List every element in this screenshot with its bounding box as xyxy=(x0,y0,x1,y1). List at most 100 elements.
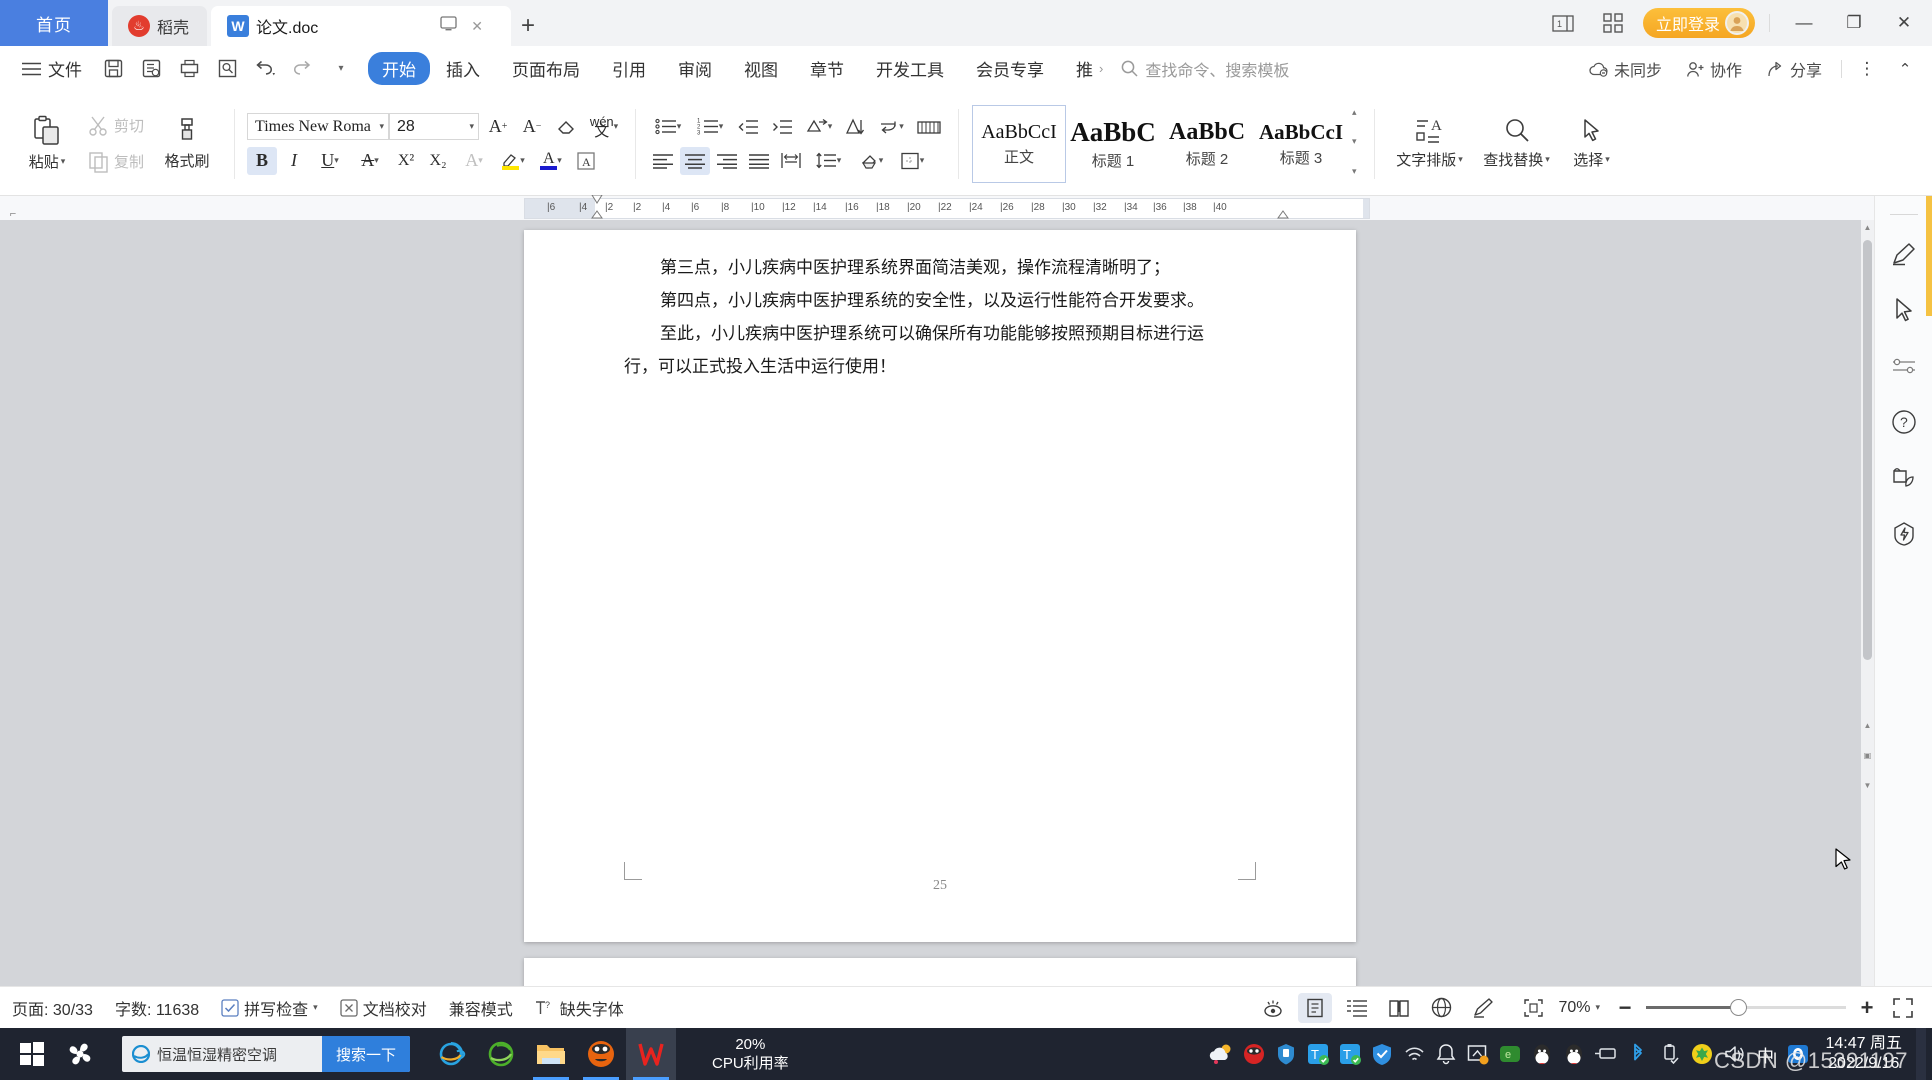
superscript-button[interactable]: X² xyxy=(391,147,421,175)
fullscreen-icon[interactable] xyxy=(1886,993,1920,1023)
scroll-page-down-icon[interactable]: ▼ xyxy=(1861,778,1874,792)
taskbar-app-mask-browser[interactable] xyxy=(576,1028,626,1080)
usb-device-icon[interactable] xyxy=(1592,1039,1620,1069)
distribute-icon[interactable] xyxy=(776,147,806,175)
strikethrough-button[interactable]: A ▾ xyxy=(351,147,389,175)
scroll-down-icon[interactable]: ▾ xyxy=(1352,136,1357,147)
ribbon-tab-view[interactable]: 视图 xyxy=(728,52,794,85)
align-center-icon[interactable] xyxy=(680,146,711,175)
document-page-26[interactable] xyxy=(524,958,1356,986)
login-button[interactable]: 立即登录 xyxy=(1642,8,1755,38)
bold-button[interactable]: B xyxy=(247,146,278,175)
share-button[interactable]: 分享 xyxy=(1757,57,1831,81)
tab-docer[interactable]: ♨ 稻壳 xyxy=(112,6,208,46)
text-effects-button[interactable]: A ▾ xyxy=(455,147,493,175)
style-heading-3[interactable]: AaBbCcI 标题 3 xyxy=(1254,105,1348,183)
windows-start-icon[interactable] xyxy=(8,1028,56,1080)
select-browse-object-icon[interactable]: ▣ xyxy=(1861,748,1874,762)
taskbar-search-input[interactable]: 恒温恒湿精密空调 xyxy=(122,1044,322,1065)
style-heading-2[interactable]: AaBbC 标题 2 xyxy=(1160,105,1254,183)
tab-document-lunwen[interactable]: W 论文.doc ✕ xyxy=(211,6,512,46)
qq-icon[interactable] xyxy=(1528,1039,1556,1069)
zoom-out-button[interactable]: − xyxy=(1614,993,1636,1023)
bluetooth-icon[interactable] xyxy=(1624,1039,1652,1069)
styles-gallery-scroll[interactable]: ▴ ▾ ▾ xyxy=(1348,105,1361,179)
zoom-knob[interactable] xyxy=(1730,999,1747,1016)
document-body[interactable]: 第三点，小儿疾病中医护理系统界面简洁美观，操作流程清晰明了； 第四点，小儿疾病中… xyxy=(624,252,1264,384)
zoom-level[interactable]: 70% ▾ xyxy=(1558,999,1600,1017)
collapse-ribbon-icon[interactable]: ⌃ xyxy=(1888,46,1922,92)
chevron-down-icon[interactable]: ▾ xyxy=(61,156,66,167)
markup-pen-icon[interactable] xyxy=(1466,993,1500,1023)
taskbar-app-green-browser[interactable] xyxy=(476,1028,526,1080)
single-page-layout-icon[interactable]: 1 xyxy=(1543,0,1583,46)
file-menu-button[interactable]: 文件 xyxy=(22,56,82,81)
borders-icon[interactable]: ▾ xyxy=(892,147,932,175)
green-app-icon[interactable]: e xyxy=(1496,1039,1524,1069)
paste-button[interactable]: 粘贴 ▾ xyxy=(16,115,78,172)
scroll-up-icon[interactable]: ▲ xyxy=(1861,220,1874,234)
volume-icon[interactable] xyxy=(1720,1039,1748,1069)
increase-indent-icon[interactable] xyxy=(766,113,798,141)
copy-button[interactable]: 复制 xyxy=(84,148,148,176)
usb-eject-icon[interactable] xyxy=(1656,1039,1684,1069)
font-family-combobox[interactable]: Times New Roma ▾ xyxy=(247,113,390,140)
taskbar-search[interactable]: 恒温恒湿精密空调 搜索一下 xyxy=(122,1036,411,1072)
shading-icon[interactable]: ▾ xyxy=(850,147,890,175)
fan-app-icon[interactable] xyxy=(56,1028,104,1080)
ribbon-tab-section[interactable]: 章节 xyxy=(794,52,860,85)
leaf-shield-icon[interactable] xyxy=(1887,461,1921,495)
format-painter-button[interactable]: 格式刷 xyxy=(152,116,222,171)
customize-icon[interactable]: ▾ xyxy=(324,53,358,85)
missing-font-warning[interactable]: ? 缺失字体 xyxy=(535,996,624,1020)
table-grid-icon[interactable] xyxy=(912,113,946,141)
tab-home[interactable]: 首页 xyxy=(0,0,108,46)
weather-icon[interactable] xyxy=(1208,1039,1236,1069)
highlight-color-icon[interactable]: ▾ xyxy=(495,147,531,175)
word-count[interactable]: 字数: 11638 xyxy=(115,996,199,1020)
style-normal[interactable]: AaBbCcI 正文 xyxy=(972,104,1067,183)
align-left-icon[interactable] xyxy=(648,147,678,175)
taskbar-clock[interactable]: 14:47 周五 2022/9/16 xyxy=(1816,1034,1913,1074)
maximize-button[interactable]: ❐ xyxy=(1834,0,1874,46)
justify-icon[interactable] xyxy=(744,147,774,175)
page-indicator[interactable]: 页面: 30/33 xyxy=(12,996,93,1020)
select-button[interactable]: 选择 ▾ xyxy=(1561,117,1623,170)
spellcheck-toggle[interactable]: 拼写检查 ▾ xyxy=(221,996,318,1020)
taskbar-app-wps[interactable] xyxy=(626,1028,677,1080)
taskbar-app-file-explorer[interactable] xyxy=(526,1028,576,1080)
expand-gallery-icon[interactable]: ▾ xyxy=(1352,166,1357,177)
new-tab-button[interactable]: + xyxy=(511,6,545,46)
tencent-pc-icon[interactable]: T xyxy=(1304,1039,1332,1069)
focus-eye-icon[interactable] xyxy=(1256,993,1290,1023)
fit-page-icon[interactable] xyxy=(1516,993,1550,1023)
zoom-in-button[interactable]: + xyxy=(1856,993,1878,1023)
scrollbar-thumb[interactable] xyxy=(1863,240,1872,660)
sliders-icon[interactable] xyxy=(1887,349,1921,383)
horizontal-ruler[interactable]: |6 |4 |2 |2 |4 |6 |8 |10 |12 |14 |16 |18 |20 |22 |24 |2… xyxy=(524,194,1370,219)
search-input[interactable]: 查找命令、搜索模板 xyxy=(1121,57,1289,81)
decrease-indent-icon[interactable] xyxy=(732,113,764,141)
vertical-scrollbar[interactable]: ▲ ▲ ▣ ▼ xyxy=(1861,220,1874,986)
cut-button[interactable]: 剪切 xyxy=(84,112,148,140)
sort-icon[interactable] xyxy=(840,113,870,141)
wifi-icon[interactable] xyxy=(1400,1039,1428,1069)
cursor-select-icon[interactable] xyxy=(1887,293,1921,327)
ribbon-tab-insert[interactable]: 插入 xyxy=(430,52,496,85)
taskbar-search-button[interactable]: 搜索一下 xyxy=(322,1036,411,1072)
zoom-track[interactable] xyxy=(1646,999,1846,1016)
numbered-list-icon[interactable]: 1 2 3 ▾ xyxy=(690,113,730,141)
outlook-icon[interactable] xyxy=(1784,1039,1812,1069)
bell-icon[interactable] xyxy=(1432,1039,1460,1069)
line-spacing-icon[interactable]: ▾ xyxy=(808,147,848,175)
more-vertical-icon[interactable]: ⋮ xyxy=(1852,46,1882,92)
save-as-icon[interactable] xyxy=(134,53,168,85)
help-circle-icon[interactable]: ? xyxy=(1887,405,1921,439)
underline-button[interactable]: U ▾ xyxy=(311,147,349,175)
lightning-badge-icon[interactable] xyxy=(1887,517,1921,551)
print-preview-icon[interactable] xyxy=(210,53,244,85)
zoom-slider[interactable]: − + xyxy=(1614,993,1878,1023)
character-border-icon[interactable]: A xyxy=(571,147,601,175)
usb-shield-icon[interactable] xyxy=(1272,1039,1300,1069)
ribbon-tab-recommend[interactable]: 推 xyxy=(1060,52,1095,85)
